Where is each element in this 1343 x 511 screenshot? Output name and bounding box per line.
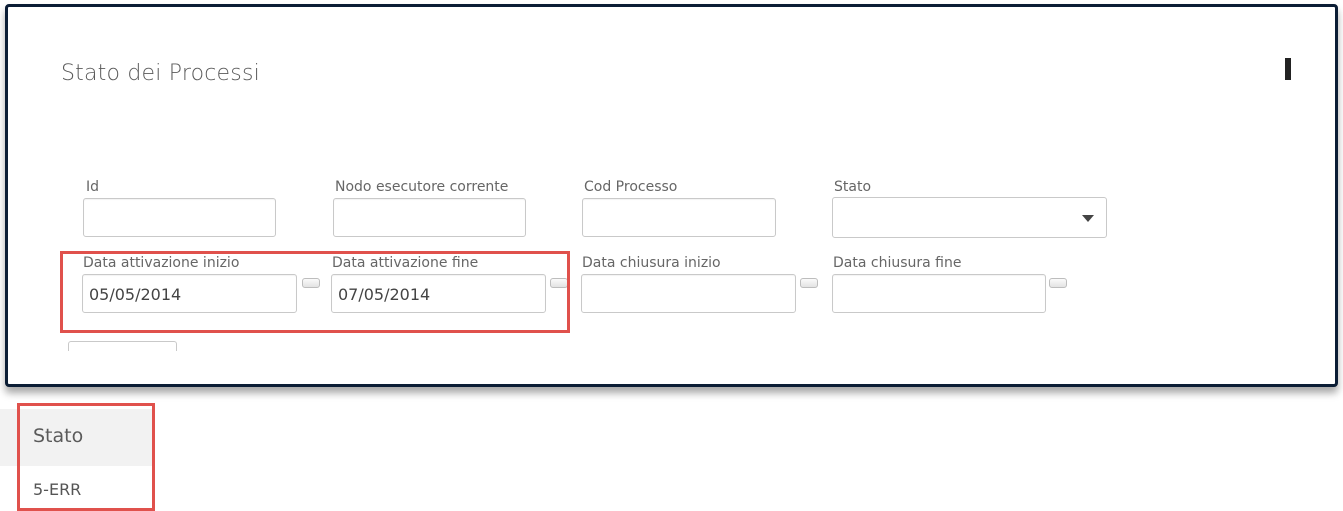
- data-chiusura-inizio-field[interactable]: [581, 274, 796, 313]
- stato-label: Stato: [834, 179, 872, 195]
- panel-menu-icon[interactable]: [1285, 58, 1291, 80]
- calendar-icon[interactable]: [800, 278, 818, 288]
- data-attivazione-inizio-field[interactable]: 05/05/2014: [82, 274, 297, 313]
- calendar-icon[interactable]: [1049, 278, 1067, 288]
- calendar-icon[interactable]: [550, 278, 568, 288]
- data-attivazione-fine-field[interactable]: 07/05/2014: [331, 274, 546, 313]
- cod-processo-field[interactable]: [582, 198, 776, 237]
- data-attivazione-inizio-label: Data attivazione inizio: [83, 255, 240, 271]
- stato-select[interactable]: [832, 197, 1107, 238]
- cod-processo-label: Cod Processo: [584, 179, 678, 195]
- column-header-stato[interactable]: Stato: [33, 425, 83, 447]
- data-chiusura-inizio-label: Data chiusura inizio: [582, 255, 721, 271]
- data-chiusura-fine-label: Data chiusura fine: [833, 255, 962, 271]
- filter-panel: Stato dei Processi Id Nodo esecutore cor…: [5, 4, 1338, 387]
- nodo-esecutore-field[interactable]: [333, 198, 526, 237]
- page-title: Stato dei Processi: [61, 61, 260, 86]
- nodo-esecutore-label: Nodo esecutore corrente: [335, 179, 509, 195]
- table-cell: 5-ERR: [33, 480, 82, 499]
- data-chiusura-fine-field[interactable]: [832, 274, 1046, 313]
- id-field[interactable]: [83, 198, 276, 237]
- id-label: Id: [86, 179, 100, 195]
- search-button[interactable]: [68, 341, 177, 351]
- data-attivazione-fine-label: Data attivazione fine: [332, 255, 479, 271]
- chevron-down-icon: [1082, 215, 1094, 222]
- calendar-icon[interactable]: [302, 278, 320, 288]
